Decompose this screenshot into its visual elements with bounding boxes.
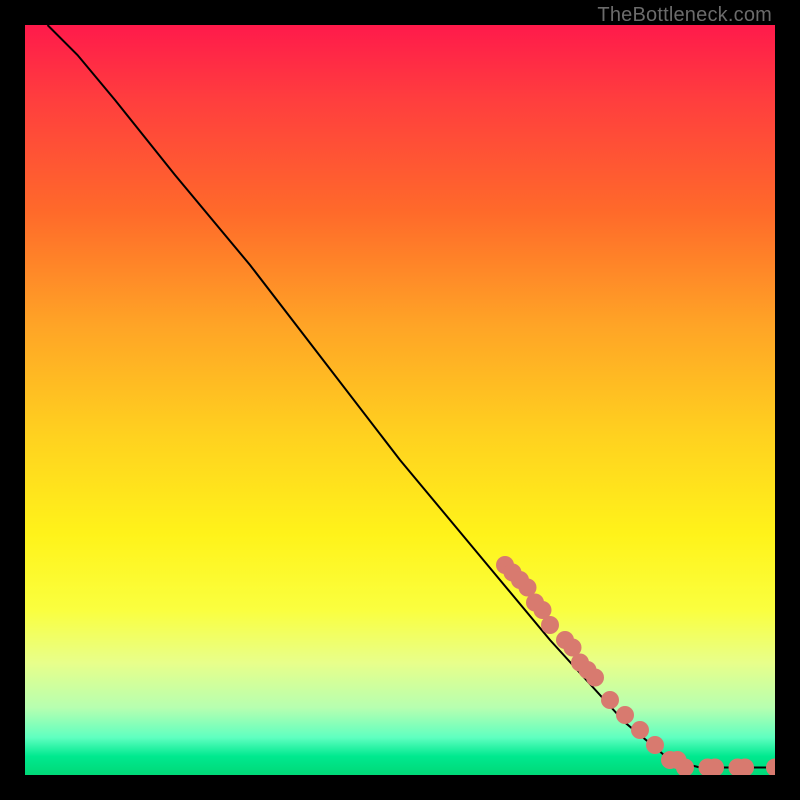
data-point bbox=[541, 616, 559, 634]
data-point bbox=[616, 706, 634, 724]
data-point bbox=[631, 721, 649, 739]
chart-markers bbox=[496, 556, 775, 775]
chart-line-series bbox=[48, 25, 776, 768]
chart-frame: TheBottleneck.com bbox=[0, 0, 800, 800]
data-point bbox=[766, 759, 775, 776]
chart-svg bbox=[25, 25, 775, 775]
attribution-label: TheBottleneck.com bbox=[597, 4, 772, 27]
data-point bbox=[601, 691, 619, 709]
chart-plot-area bbox=[25, 25, 775, 775]
bottleneck-curve bbox=[48, 25, 776, 768]
data-point bbox=[586, 669, 604, 687]
data-point bbox=[646, 736, 664, 754]
